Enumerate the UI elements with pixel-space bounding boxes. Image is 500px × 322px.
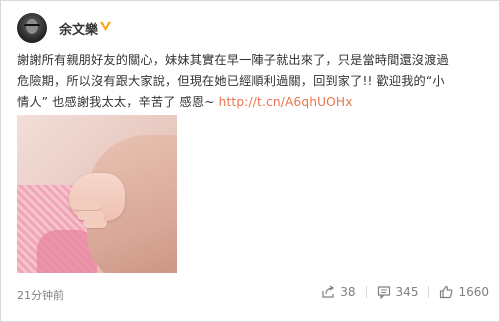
share-icon — [322, 285, 335, 298]
photo-finger — [71, 201, 101, 210]
avatar-glasses — [24, 24, 40, 30]
photo-finger — [83, 219, 107, 228]
author-name[interactable]: 余文樂 — [59, 19, 98, 38]
like-count: 1660 — [458, 285, 489, 299]
author-avatar[interactable] — [17, 13, 47, 43]
divider — [428, 286, 430, 298]
post-text-line-2: 危險期，所以沒有跟大家說，但現在她已經順利過關，回到家了!! 歡迎我的“小 — [17, 74, 445, 88]
post-text-line-3: 情人” 也感謝我太太，辛苦了 感恩~ — [17, 95, 219, 109]
comment-icon — [377, 286, 390, 299]
post-text-line-1: 謝謝所有親朋好友的關心，妹妹其實在早一陣子就出來了，只是當時間還沒渡過 — [17, 53, 449, 67]
post-text: 謝謝所有親朋好友的關心，妹妹其實在早一陣子就出來了，只是當時間還沒渡過 危險期，… — [17, 50, 491, 113]
post-timestamp[interactable]: 21分钟前 — [17, 287, 64, 303]
post-actions: 38 345 1660 — [321, 285, 489, 299]
thumbs-up-icon — [440, 285, 453, 299]
post-link[interactable]: http://t.cn/A6qhUOHx — [219, 95, 353, 109]
comment-count: 345 — [395, 285, 419, 299]
comment-button[interactable]: 345 — [377, 285, 419, 299]
divider — [365, 286, 367, 298]
share-count: 38 — [340, 285, 356, 299]
like-button[interactable]: 1660 — [439, 285, 489, 299]
share-button[interactable]: 38 — [321, 285, 356, 299]
post-photo[interactable] — [17, 115, 177, 273]
verified-badge-icon — [99, 21, 112, 32]
weibo-post-card: 余文樂 謝謝所有親朋好友的關心，妹妹其實在早一陣子就出來了，只是當時間還沒渡過 … — [0, 0, 500, 322]
